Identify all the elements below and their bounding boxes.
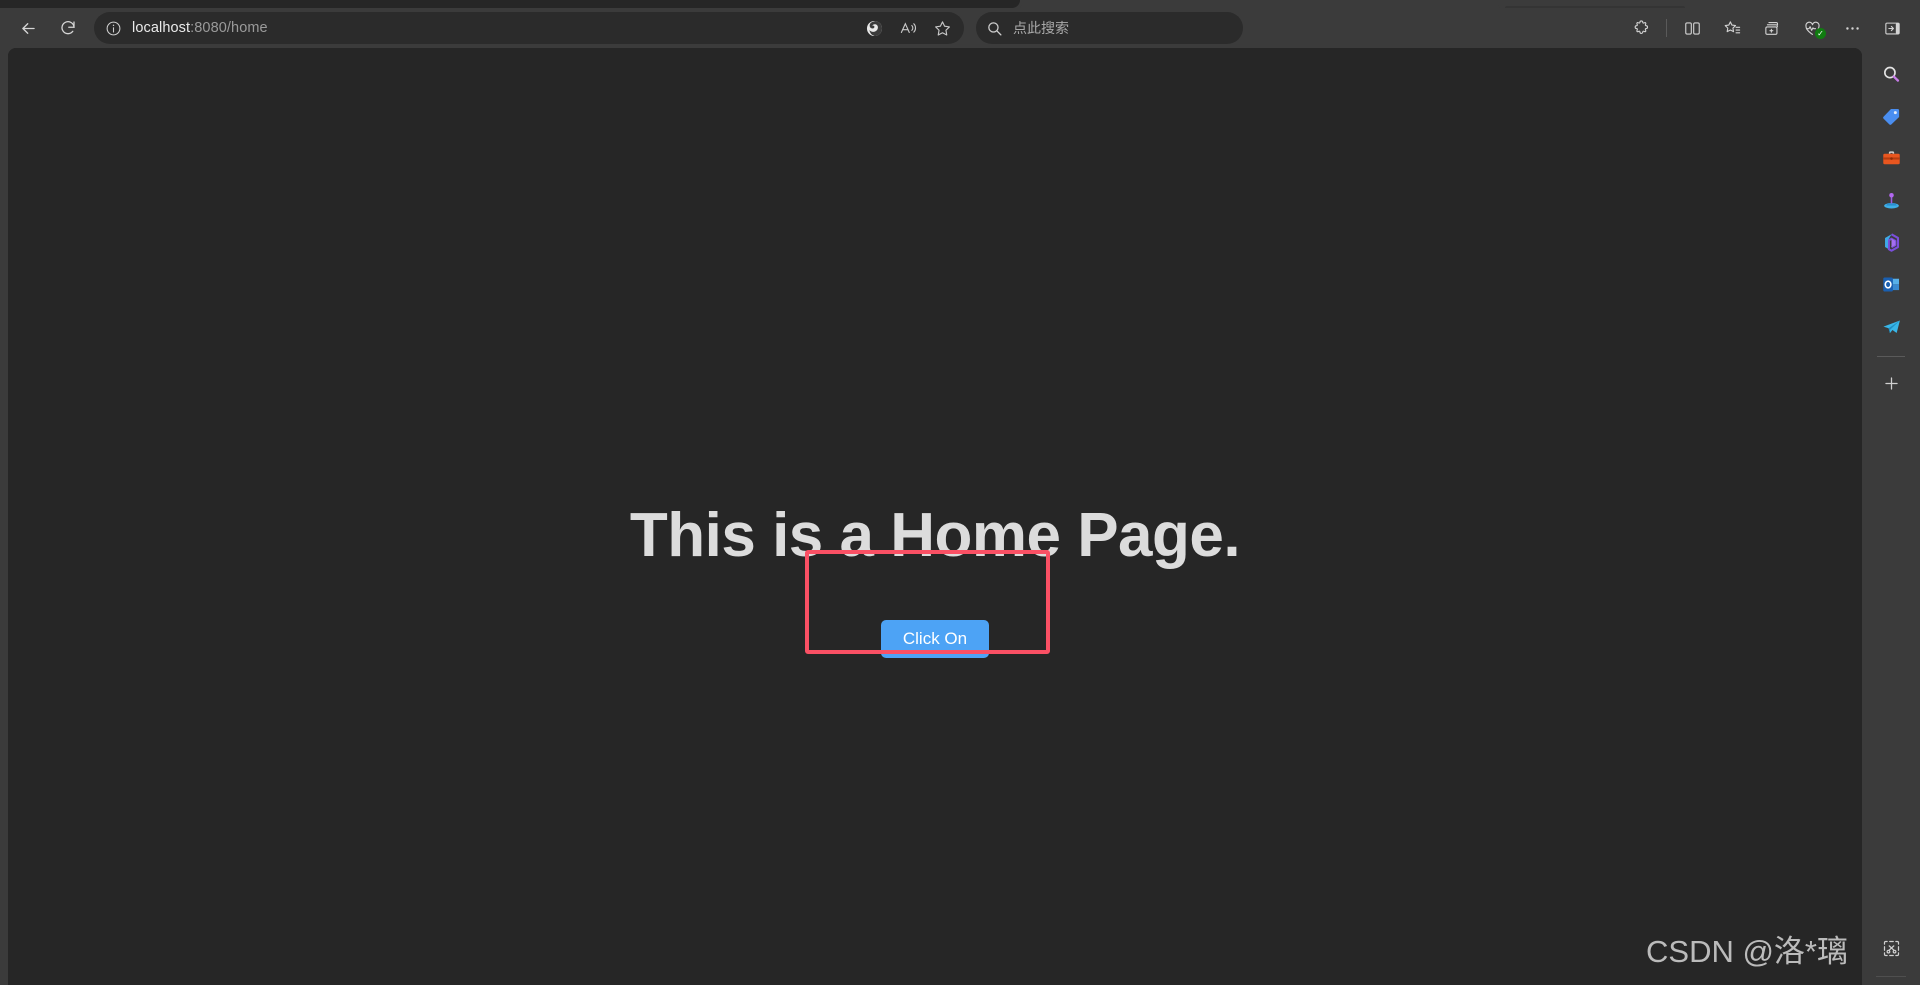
sidebar-item-shopping[interactable] xyxy=(1871,96,1911,136)
extensions-button[interactable] xyxy=(1621,12,1661,44)
url-text[interactable]: localhost:8080/home xyxy=(128,14,858,42)
sidebar-tools-icon xyxy=(1882,150,1900,164)
sidebar-shopping-icon xyxy=(1882,108,1899,125)
browser-essentials-button[interactable]: ✓ xyxy=(1792,12,1832,44)
web-capture-icon xyxy=(1883,940,1899,956)
sidebar-item-search[interactable] xyxy=(1871,54,1911,94)
favorite-star-icon xyxy=(934,20,950,36)
sidebar-toggle-icon xyxy=(1884,22,1900,34)
url-path: :8080/home xyxy=(190,20,268,36)
button-row: Click On xyxy=(8,620,1862,658)
sidebar-item-office[interactable] xyxy=(1871,222,1911,262)
toolbar-right-actions: ✓ xyxy=(1621,12,1912,44)
plus-icon xyxy=(1884,376,1898,390)
sidebar-item-games[interactable] xyxy=(1871,180,1911,220)
page-viewport: This is a Home Page. Click On CSDN @洛*璃 xyxy=(8,48,1862,985)
click-on-button[interactable]: Click On xyxy=(880,620,990,658)
sidebar-add-button[interactable] xyxy=(1871,363,1911,403)
favorites-list-button[interactable] xyxy=(1712,12,1752,44)
sidebar-games-icon xyxy=(1883,192,1899,208)
site-info-button[interactable] xyxy=(98,14,128,42)
back-button[interactable] xyxy=(8,12,48,44)
favorites-list-icon xyxy=(1724,20,1740,33)
read-aloud-button[interactable] xyxy=(892,14,924,42)
sidebar-search-icon xyxy=(1883,66,1899,82)
back-arrow-icon xyxy=(21,22,35,34)
collections-button[interactable] xyxy=(1752,12,1792,44)
address-bar-actions xyxy=(858,14,958,42)
address-bar[interactable]: localhost:8080/home xyxy=(94,12,964,44)
active-tab[interactable] xyxy=(0,0,1020,8)
sidebar-divider xyxy=(1877,356,1905,357)
sidebar-outlook-icon xyxy=(1882,277,1899,291)
sidebar-item-telegram[interactable] xyxy=(1871,306,1911,346)
search-icon xyxy=(988,21,1002,36)
settings-more-icon xyxy=(1845,26,1859,30)
sidebar-item-tools[interactable] xyxy=(1871,138,1911,178)
sidebar-bottom-divider xyxy=(1876,976,1906,977)
read-aloud-icon xyxy=(900,21,916,33)
extensions-icon xyxy=(1634,19,1648,34)
settings-more-button[interactable] xyxy=(1832,12,1872,44)
search-box[interactable]: 点此搜索 xyxy=(976,12,1243,44)
sidebar-item-outlook[interactable] xyxy=(1871,264,1911,304)
browser-toolbar: localhost:8080/home 点此搜索 ✓ xyxy=(0,8,1920,48)
split-screen-button[interactable] xyxy=(1672,12,1712,44)
favorite-star-button[interactable] xyxy=(926,14,958,42)
url-host: localhost xyxy=(132,20,191,36)
essentials-status-badge: ✓ xyxy=(1815,28,1826,39)
sidebar-office-icon xyxy=(1884,232,1899,252)
info-circle-icon xyxy=(106,21,120,35)
toolbar-divider xyxy=(1666,19,1667,37)
copilot-icon xyxy=(866,20,882,36)
watermark: CSDN @洛*璃 xyxy=(1646,934,1848,969)
edge-sidebar xyxy=(1862,48,1920,985)
page-title: This is a Home Page. xyxy=(629,501,1241,570)
sidebar-item-web-capture[interactable] xyxy=(1871,928,1911,968)
browser-window: localhost:8080/home 点此搜索 ✓ This is a Ho… xyxy=(0,0,1920,985)
search-input[interactable]: 点此搜索 xyxy=(1013,18,1069,38)
collections-icon xyxy=(1764,21,1778,35)
split-screen-icon xyxy=(1684,21,1700,35)
refresh-button[interactable] xyxy=(48,12,88,44)
sidebar-toggle-button[interactable] xyxy=(1872,12,1912,44)
copilot-button[interactable] xyxy=(858,14,890,42)
refresh-icon xyxy=(61,21,75,35)
sidebar-telegram-icon xyxy=(1882,320,1900,333)
web-page-content: This is a Home Page. Click On CSDN @洛*璃 xyxy=(8,48,1862,985)
tab-strip xyxy=(0,0,1920,8)
